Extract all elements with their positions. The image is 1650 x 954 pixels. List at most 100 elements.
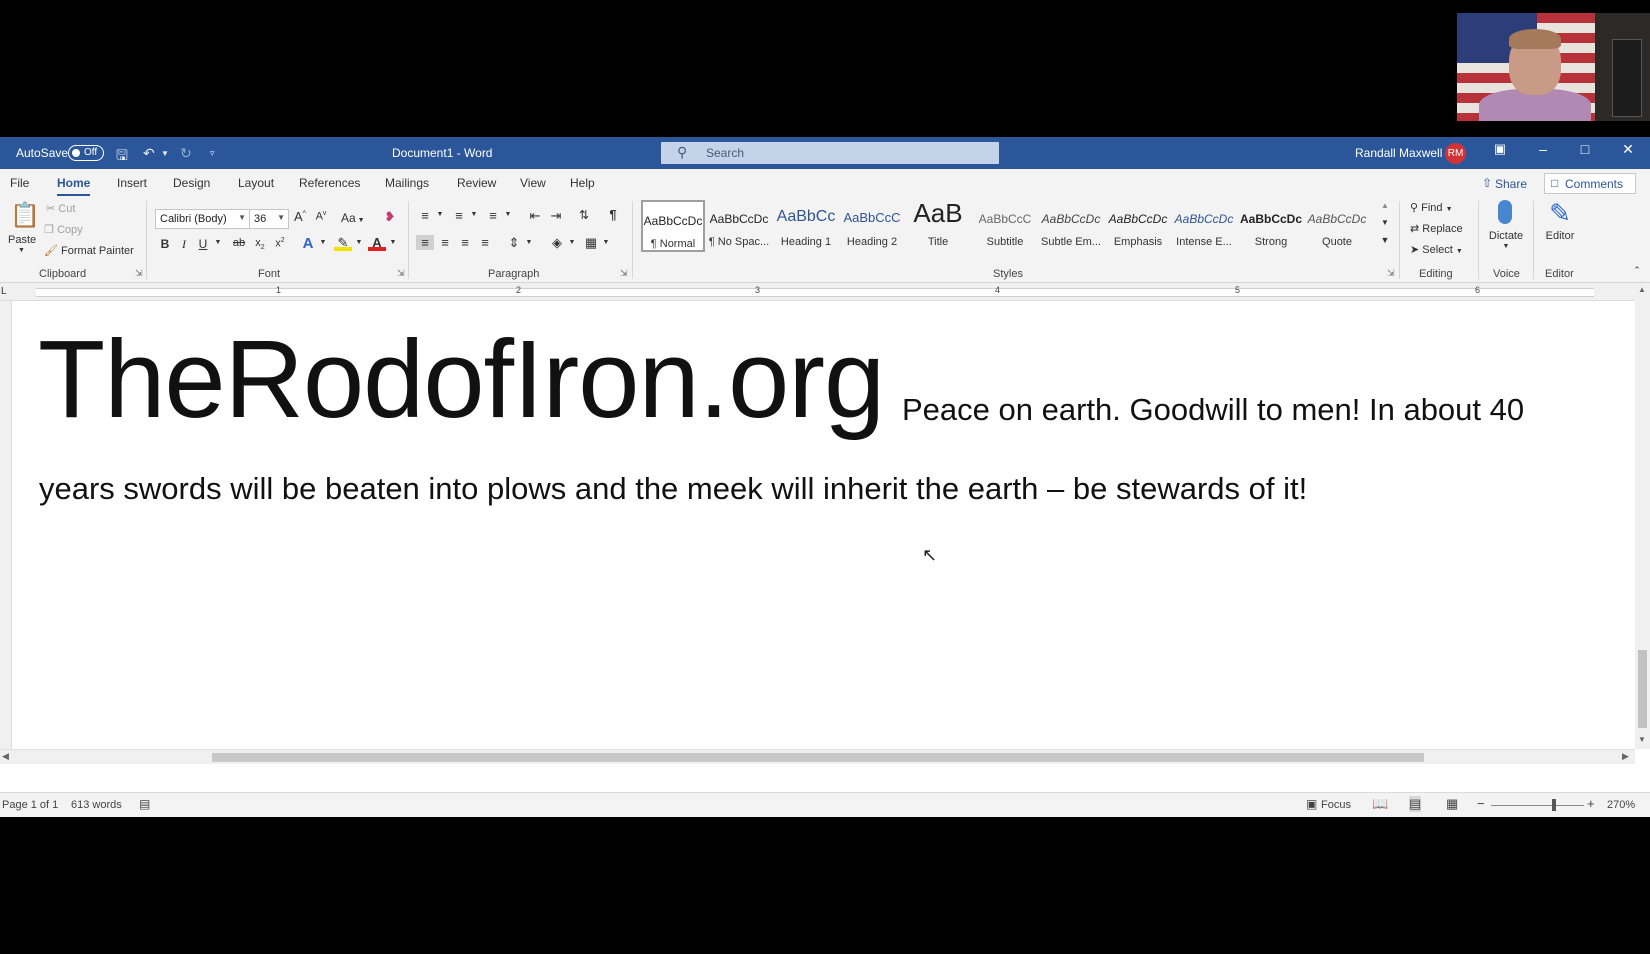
tab-mailings[interactable]: Mailings [385, 176, 429, 190]
italic-icon[interactable]: I [175, 237, 193, 252]
comments-button[interactable]: □ Comments [1544, 173, 1636, 194]
zoom-in-icon[interactable]: + [1587, 796, 1595, 811]
print-layout-icon[interactable]: ▤ [1409, 796, 1422, 812]
tab-file[interactable]: File [10, 176, 29, 190]
sort-icon[interactable]: ⇅ [575, 208, 593, 222]
style-no-spacing[interactable]: AaBbCcDc ¶ No Spac... [707, 200, 771, 252]
style-quote[interactable]: AaBbCcDc Quote [1305, 200, 1369, 252]
close-icon[interactable]: ✕ [1618, 141, 1638, 158]
minimize-icon[interactable]: – [1533, 141, 1553, 157]
zoom-out-icon[interactable]: − [1477, 796, 1485, 811]
editor-button[interactable]: ✎ Editor [1541, 198, 1579, 250]
font-launcher-icon[interactable]: ⇲ [397, 268, 405, 279]
scroll-right-icon[interactable]: ▶ [1622, 751, 1629, 762]
numbering-dropdown-icon[interactable]: ▼ [465, 211, 483, 218]
copy-button[interactable]: ❐ Copy [44, 223, 83, 236]
focus-label[interactable]: Focus [1321, 799, 1351, 811]
select-button[interactable]: ➤ Select ▼ [1410, 243, 1463, 256]
scroll-down-icon[interactable]: ▼ [1638, 735, 1646, 744]
clipboard-launcher-icon[interactable]: ⇲ [135, 268, 143, 279]
scroll-thumb[interactable] [1638, 650, 1647, 728]
horizontal-scrollbar[interactable]: ◀ ▶ [0, 749, 1635, 764]
tab-layout[interactable]: Layout [238, 176, 274, 190]
tab-selector[interactable]: L [1, 286, 7, 297]
align-left-icon[interactable]: ≡ [416, 235, 434, 250]
styles-more-icon[interactable]: ▼ [1376, 235, 1394, 245]
undo-dropdown-icon[interactable]: ▼ [161, 149, 169, 158]
align-center-icon[interactable]: ≡ [436, 235, 454, 250]
redo-icon[interactable]: ↻ [180, 145, 192, 162]
justify-icon[interactable]: ≡ [476, 235, 494, 250]
strikethrough-icon[interactable]: ab [230, 237, 248, 249]
dictate-button[interactable]: Dictate ▼ [1486, 200, 1526, 260]
zoom-level[interactable]: 270% [1607, 799, 1635, 811]
web-layout-icon[interactable]: ▦ [1446, 796, 1458, 812]
customize-toolbar-icon[interactable]: ▿ [210, 148, 215, 159]
align-right-icon[interactable]: ≡ [456, 235, 474, 250]
style-normal[interactable]: AaBbCcDc ¶ Normal [641, 200, 705, 252]
tab-references[interactable]: References [299, 176, 360, 190]
save-icon[interactable]: 🖫 [116, 145, 128, 169]
collapse-ribbon-icon[interactable]: ⌃ [1628, 265, 1646, 276]
avatar[interactable]: RM [1445, 143, 1466, 164]
proofing-icon[interactable]: ▤ [139, 797, 150, 811]
paste-button[interactable]: 📋 Paste ▼ [6, 201, 40, 256]
clear-formatting-icon[interactable]: ❥ [381, 209, 399, 225]
focus-icon[interactable]: ▣ [1306, 797, 1317, 811]
style-heading-1[interactable]: AaBbCc Heading 1 [774, 200, 838, 252]
styles-scroll-down-icon[interactable]: ▼ [1376, 218, 1394, 227]
tab-insert[interactable]: Insert [117, 176, 147, 190]
tab-view[interactable]: View [520, 176, 546, 190]
superscript-icon[interactable]: x2 [271, 237, 289, 250]
change-case-button[interactable]: Aa ▼ [341, 211, 365, 225]
page-count[interactable]: Page 1 of 1 [2, 799, 58, 811]
find-button[interactable]: ⚲ Find ▼ [1410, 201, 1453, 214]
scroll-thumb[interactable] [212, 753, 1424, 762]
read-mode-icon[interactable]: 📖 [1372, 796, 1388, 812]
cut-button[interactable]: ✂ Cut [46, 202, 75, 215]
tab-help[interactable]: Help [570, 176, 595, 190]
format-painter-button[interactable]: 🖌 Format Painter [44, 244, 134, 257]
bold-icon[interactable]: B [156, 237, 174, 251]
zoom-slider-thumb[interactable] [1552, 799, 1556, 811]
vertical-scrollbar[interactable]: ▲ ▼ [1635, 283, 1650, 749]
font-size-select[interactable]: 36 ▼ [249, 209, 289, 229]
styles-scroll-up-icon[interactable]: ▲ [1376, 201, 1394, 210]
scroll-left-icon[interactable]: ◀ [2, 751, 9, 762]
scroll-up-icon[interactable]: ▲ [1638, 285, 1646, 294]
decrease-indent-icon[interactable]: ⇤ [526, 208, 544, 224]
underline-dropdown-icon[interactable]: ▼ [209, 239, 227, 246]
zoom-slider[interactable] [1491, 805, 1584, 806]
text-effects-dropdown-icon[interactable]: ▼ [314, 239, 332, 246]
share-button[interactable]: ⇧ Share [1476, 173, 1532, 194]
autosave-toggle[interactable]: Off [68, 145, 104, 161]
highlight-dropdown-icon[interactable]: ▼ [350, 239, 368, 246]
font-color-dropdown-icon[interactable]: ▼ [384, 239, 402, 246]
show-formatting-marks-icon[interactable]: ¶ [604, 207, 622, 222]
style-subtle-emphasis[interactable]: AaBbCcDc Subtle Em... [1039, 200, 1103, 252]
font-family-select[interactable]: Calibri (Body) ▼ [155, 209, 250, 229]
tab-home[interactable]: Home [57, 176, 91, 196]
tab-review[interactable]: Review [457, 176, 496, 190]
style-heading-2[interactable]: AaBbCcC Heading 2 [840, 200, 904, 252]
replace-button[interactable]: ⇄ Replace [1410, 222, 1463, 235]
search-box[interactable]: ⚲ Search [661, 142, 999, 164]
borders-dropdown-icon[interactable]: ▼ [597, 239, 615, 246]
style-subtitle[interactable]: AaBbCcC Subtitle [973, 200, 1037, 252]
style-emphasis[interactable]: AaBbCcDc Emphasis [1106, 200, 1170, 252]
grow-font-icon[interactable]: A^ [291, 209, 309, 224]
style-title[interactable]: AaB Title [906, 198, 970, 252]
subscript-icon[interactable]: x2 [251, 237, 269, 251]
increase-indent-icon[interactable]: ⇥ [547, 208, 565, 224]
multilevel-dropdown-icon[interactable]: ▼ [499, 211, 517, 218]
tab-design[interactable]: Design [173, 176, 210, 190]
horizontal-ruler[interactable]: L 1 2 3 4 5 6 [0, 283, 1650, 301]
ribbon-display-options-icon[interactable]: ▣ [1490, 141, 1510, 157]
line-spacing-dropdown-icon[interactable]: ▼ [520, 239, 538, 246]
maximize-icon[interactable]: □ [1575, 141, 1595, 157]
bullets-dropdown-icon[interactable]: ▼ [431, 211, 449, 218]
paragraph-launcher-icon[interactable]: ⇲ [620, 268, 628, 279]
document-page[interactable]: TheRodofIron.org Peace on earth. Goodwil… [12, 301, 1635, 749]
style-intense-emphasis[interactable]: AaBbCcDc Intense E... [1172, 200, 1236, 252]
word-count[interactable]: 613 words [71, 799, 122, 811]
